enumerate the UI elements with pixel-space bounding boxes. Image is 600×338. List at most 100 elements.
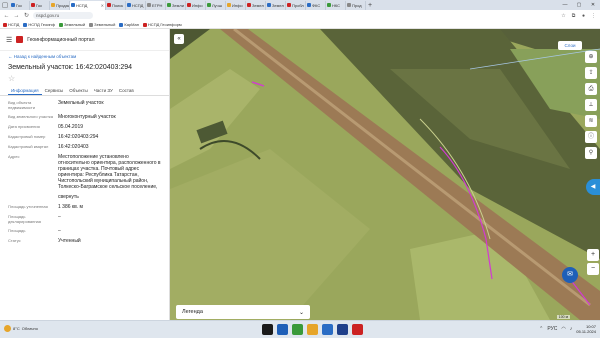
browser-menu-dots-icon[interactable]: ⋮ [590, 13, 597, 19]
wifi-icon[interactable]: ◠ [561, 326, 565, 332]
browser-tab-strip: ▢ Гос Гос Продаж НСПД ✕ Поиск НСПД ЕГРН Земли Инф… [0, 0, 600, 10]
taskbar-app-icon[interactable] [292, 324, 303, 335]
bookmark-label: НСПД [8, 22, 20, 27]
bookmark-star-icon[interactable]: ☆ [560, 13, 567, 19]
browser-tab[interactable]: Земли [166, 0, 186, 10]
browser-tab[interactable]: Гос [30, 0, 50, 10]
language-indicator[interactable]: РУС [547, 326, 557, 332]
portal-header: ☰ Геоинформационный портал [0, 29, 169, 51]
weather-widget[interactable]: 8°C Облачно [4, 325, 38, 332]
hamburger-menu-icon[interactable]: ☰ [6, 36, 12, 44]
property-key: Дата присвоения [8, 124, 40, 129]
taskbar-app-icon[interactable] [322, 324, 333, 335]
chat-icon[interactable]: ✉ [562, 267, 578, 283]
property-key: Кадастровый квартал [8, 144, 49, 149]
browser-tab[interactable]: НКС [326, 0, 346, 10]
taskbar-app-icon[interactable] [307, 324, 318, 335]
link-icon[interactable]: ⚲ [585, 147, 597, 159]
browser-tab[interactable]: Поиск [106, 0, 126, 10]
property-value: 16:42:020403:294 [58, 134, 99, 140]
tab-label: ФКС [312, 2, 321, 8]
bookmark-item[interactable]: Земельный [89, 22, 115, 27]
property-key: Кадастровый номер [8, 134, 46, 139]
maximize-icon[interactable]: ▢ [572, 2, 586, 8]
browser-tab[interactable]: Прод [346, 0, 366, 10]
back-link-label: Назад к найденным объектам [13, 54, 77, 59]
object-title: Земельный участок: 16:42:020403:294 [8, 64, 133, 71]
zoom-in-button[interactable]: + [587, 249, 599, 261]
object-tab[interactable]: Сервисы [42, 87, 67, 95]
url-input[interactable]: nspd.gov.ru [33, 12, 93, 19]
favorite-star-icon[interactable]: ☆ [0, 73, 169, 84]
weather-text: Облачно [21, 326, 38, 331]
tab-label: Прод [352, 2, 362, 8]
bookmark-item[interactable]: КарМап [119, 22, 139, 27]
object-tab[interactable]: Информация [8, 87, 42, 95]
print-icon[interactable]: ⎙ [585, 83, 597, 95]
bookmark-favicon-icon [23, 22, 28, 27]
bookmark-item[interactable]: НСПД Геоинф [23, 22, 55, 27]
browser-tab[interactable]: Инфо [226, 0, 246, 10]
object-tab[interactable]: Объекты [66, 87, 91, 95]
map-scale: 100 м [556, 315, 570, 319]
taskbar-app-icon[interactable] [352, 324, 363, 335]
reload-icon[interactable]: ↻ [23, 12, 30, 19]
extensions-icon[interactable]: ⧉ [570, 13, 577, 19]
close-tab-icon[interactable]: ✕ [101, 3, 104, 8]
object-tab[interactable]: Части ЗУ [91, 87, 116, 95]
system-tray: ⌃ РУС ◠ ♪ 10:07 05.11.2024 [539, 324, 596, 334]
browser-tab[interactable]: Земел [266, 0, 286, 10]
taskbar-apps [262, 324, 363, 335]
tab-favicon-icon [227, 3, 231, 7]
clock[interactable]: 10:07 05.11.2024 [576, 324, 596, 334]
chevron-up-icon[interactable]: ⌃ [539, 326, 543, 332]
back-icon[interactable]: ← [3, 13, 10, 19]
taskbar-app-icon[interactable] [277, 324, 288, 335]
browser-tab[interactable]: Гос [10, 0, 30, 10]
bookmark-favicon-icon [142, 22, 147, 27]
new-tab-button[interactable]: + [366, 2, 374, 9]
forward-icon[interactable]: → [13, 13, 20, 19]
properties-list: Вид объекта недвижимости Земельный участо… [0, 96, 169, 252]
plus-icon[interactable]: ⊕ [585, 51, 597, 63]
browser-tab[interactable]: НСПД [126, 0, 146, 10]
property-key: Вид объекта недвижимости [8, 100, 35, 110]
object-tab[interactable]: Состав [116, 87, 137, 95]
measure-icon[interactable]: ⟂ [585, 99, 597, 111]
map-view[interactable]: « Слои ⊕ ⇪ ⎙ ⟂ ≋ ⓘ ⚲ ◀ + − ✉ Легенда ⌄ 1… [170, 29, 600, 320]
minimize-icon[interactable]: — [558, 2, 572, 8]
bookmark-item[interactable]: Земельный [58, 22, 85, 27]
property-value: – [58, 214, 61, 220]
bookmark-item[interactable]: НСПД Геоинформ [142, 22, 182, 27]
tab-favicon-icon [287, 3, 291, 7]
layers-button[interactable]: Слои [558, 41, 582, 50]
share-icon[interactable]: ⇪ [585, 67, 597, 79]
browser-tab[interactable]: Продаж [50, 0, 70, 10]
browser-tab[interactable]: ФКС [306, 0, 326, 10]
profile-icon[interactable]: ● [580, 13, 587, 19]
tab-favicon-icon [51, 3, 55, 7]
taskbar-app-icon[interactable] [262, 324, 273, 335]
tab-favicon-icon [147, 3, 151, 7]
taskbar-app-icon[interactable] [337, 324, 348, 335]
side-panel-toggle-icon[interactable]: ◀ [586, 179, 600, 195]
browser-tab[interactable]: Лучш [206, 0, 226, 10]
browser-tab[interactable]: Пробл [286, 0, 306, 10]
volume-icon[interactable]: ♪ [570, 326, 573, 332]
collapse-panel-button[interactable]: « [174, 34, 184, 44]
info-icon[interactable]: ⓘ [585, 131, 597, 143]
browser-tab[interactable]: Инфо [186, 0, 206, 10]
close-window-icon[interactable]: ✕ [586, 2, 600, 8]
zoom-out-button[interactable]: − [587, 263, 599, 275]
legend-dropdown[interactable]: Легенда ⌄ [176, 305, 310, 319]
browser-tab[interactable]: НСПД ✕ [70, 0, 106, 10]
collapse-link[interactable]: свернуть [58, 194, 79, 200]
property-row: Дата присвоения 05.04.2019 [8, 124, 161, 130]
bookmark-item[interactable]: НСПД [3, 22, 19, 27]
layers-icon[interactable]: ≋ [585, 115, 597, 127]
browser-tab[interactable]: ЕГРН [146, 0, 166, 10]
back-to-results-link[interactable]: ← Назад к найденным объектам [0, 51, 169, 62]
browser-menu-icon[interactable]: ▢ [0, 0, 10, 10]
browser-tab[interactable]: Земел [246, 0, 266, 10]
property-value: Многоконтурный участок [58, 114, 116, 120]
